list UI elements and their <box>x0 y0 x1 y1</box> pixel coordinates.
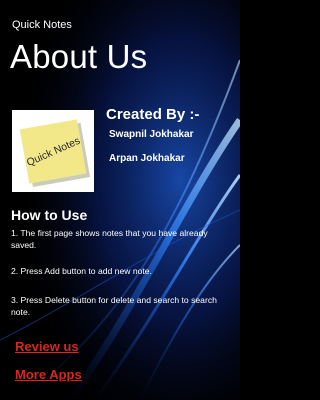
instruction-step: 2. Press Add button to add new note. <box>11 266 152 276</box>
how-to-use-heading: How to Use <box>11 207 88 223</box>
author-name: Swapnil Jokhakar <box>109 129 194 140</box>
review-us-link[interactable]: Review us <box>15 339 79 354</box>
credits-heading: Created By :- <box>106 106 200 123</box>
author-name: Arpan Jokhakar <box>109 153 185 164</box>
app-name: Quick Notes <box>12 19 72 31</box>
sticky-note-icon: Quick Notes <box>12 110 94 192</box>
instruction-step: 3. Press Delete button for delete and se… <box>11 295 217 317</box>
more-apps-link[interactable]: More Apps <box>15 367 82 382</box>
app-logo: Quick Notes <box>12 110 94 192</box>
instruction-step: 1. The first page shows notes that you h… <box>11 228 208 250</box>
page-title: About Us <box>10 38 148 75</box>
